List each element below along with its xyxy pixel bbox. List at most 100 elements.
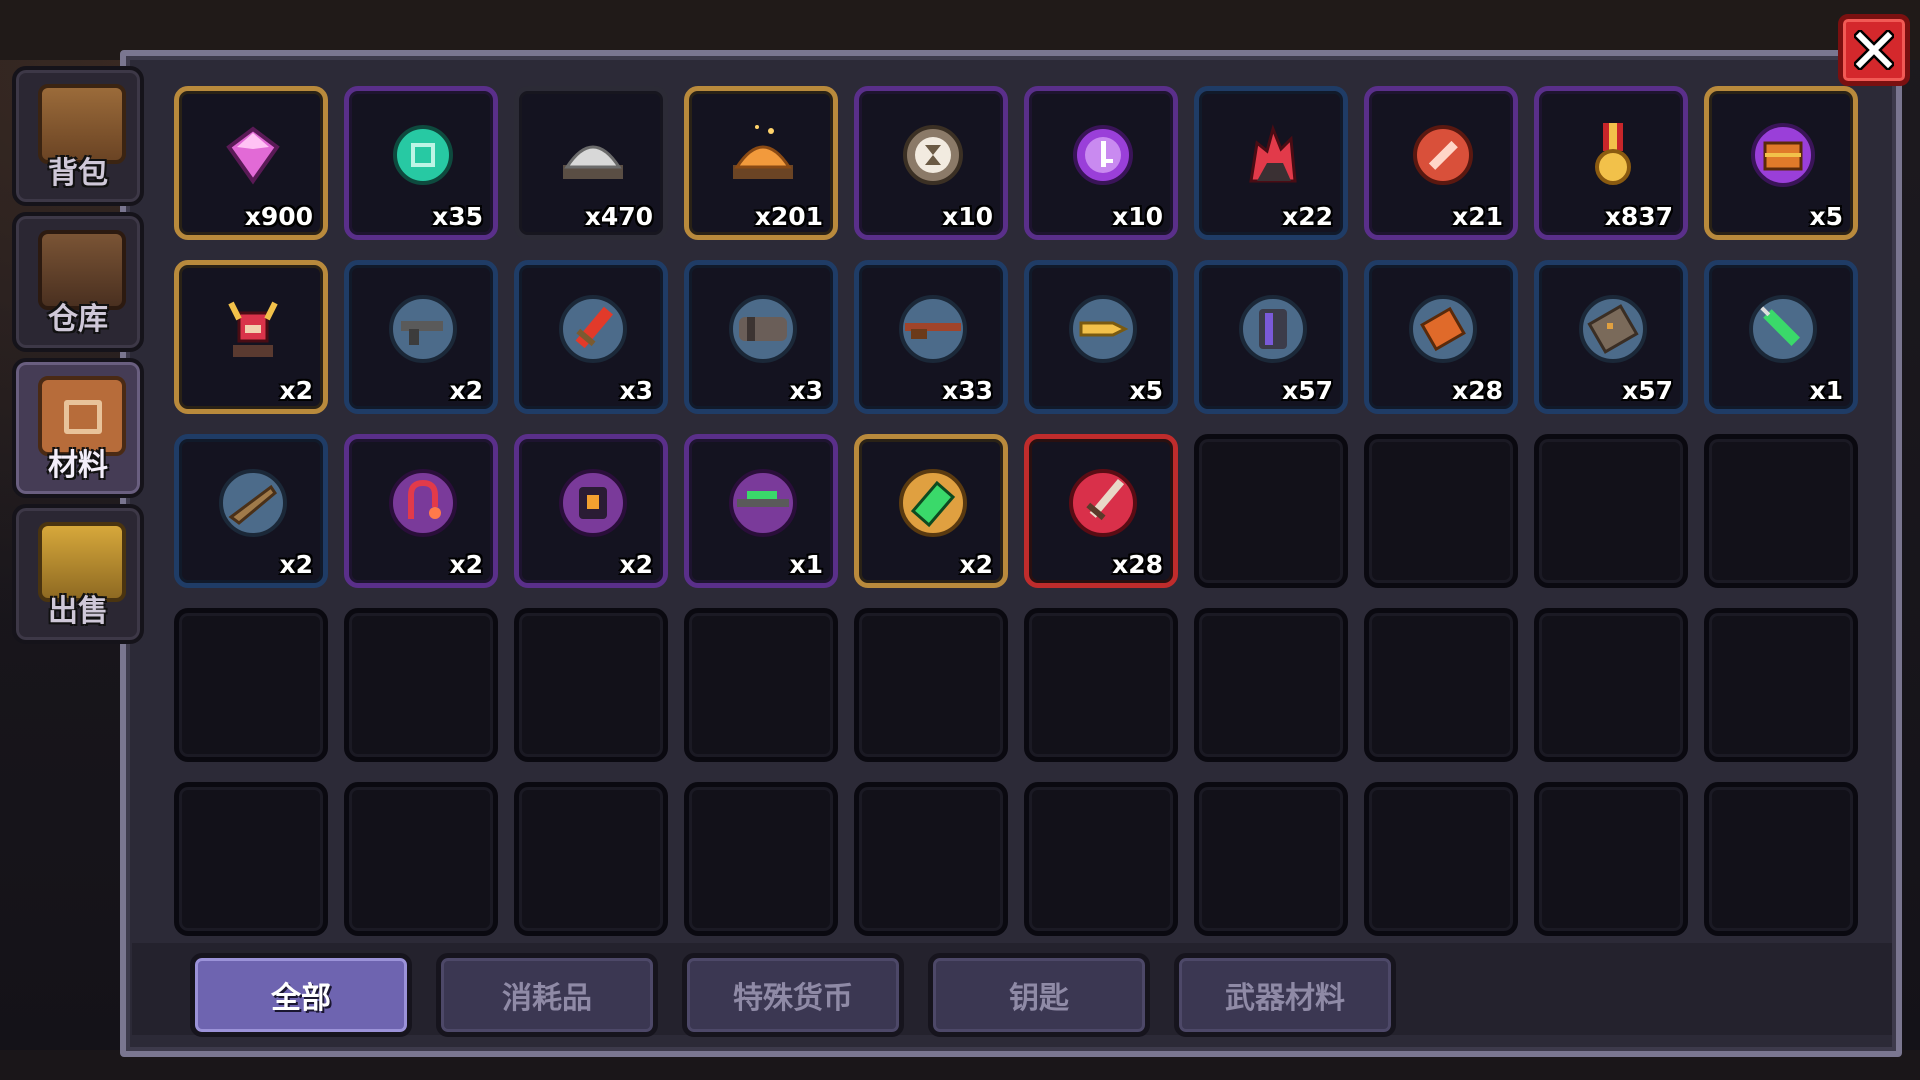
- orange-dust-pile-icon: [733, 125, 793, 179]
- empty-inventory-slot[interactable]: [1194, 434, 1348, 588]
- inventory-slot[interactable]: x28: [1364, 260, 1518, 414]
- empty-inventory-slot[interactable]: [1534, 782, 1688, 936]
- empty-inventory-slot[interactable]: [684, 782, 838, 936]
- empty-inventory-slot[interactable]: [1024, 782, 1178, 936]
- empty-inventory-slot[interactable]: [1704, 434, 1858, 588]
- item-count: x2: [279, 550, 313, 579]
- item-count: x1: [789, 550, 823, 579]
- side-tab-sell[interactable]: 出售: [12, 504, 144, 644]
- item-count: x3: [789, 376, 823, 405]
- close-x-icon: [1854, 30, 1894, 70]
- inventory-slot[interactable]: x2: [854, 434, 1008, 588]
- side-tab-label: 背包: [48, 156, 108, 191]
- treasure-chest-coin-icon: [1751, 123, 1815, 187]
- tab-weapon-materials[interactable]: 武器材料: [1174, 953, 1396, 1037]
- empty-inventory-slot[interactable]: [514, 608, 668, 762]
- empty-inventory-slot[interactable]: [1364, 434, 1518, 588]
- inventory-grid: x900 x35 x470 x201 x10 x10 x22 x21 x837 x5 x2 x2 x3 x…: [174, 86, 1858, 936]
- gun-part-icon: [389, 295, 457, 363]
- teal-token-icon: [393, 125, 453, 185]
- empty-inventory-slot[interactable]: [1364, 608, 1518, 762]
- red-dagger-icon: [1069, 469, 1137, 537]
- empty-inventory-slot[interactable]: [174, 608, 328, 762]
- inventory-slot[interactable]: x5: [1024, 260, 1178, 414]
- red-ticket-coin-icon: [1413, 125, 1473, 185]
- inventory-slot[interactable]: x10: [854, 86, 1008, 240]
- empty-inventory-slot[interactable]: [1194, 608, 1348, 762]
- empty-inventory-slot[interactable]: [1534, 608, 1688, 762]
- item-count: x2: [449, 376, 483, 405]
- item-count: x21: [1452, 202, 1503, 231]
- inventory-slot[interactable]: x10: [1024, 86, 1178, 240]
- inventory-slot[interactable]: x2: [344, 434, 498, 588]
- inventory-slot[interactable]: x21: [1364, 86, 1518, 240]
- side-tab-materials[interactable]: 材料: [12, 358, 144, 498]
- empty-inventory-slot[interactable]: [514, 782, 668, 936]
- empty-inventory-slot[interactable]: [854, 608, 1008, 762]
- red-crystal-icon: [1249, 124, 1297, 183]
- empty-inventory-slot[interactable]: [854, 782, 1008, 936]
- red-hook-icon: [389, 469, 457, 537]
- red-blade-part-icon: [559, 295, 627, 363]
- item-count: x5: [1129, 376, 1163, 405]
- green-rifle-part-icon: [729, 469, 797, 537]
- empty-inventory-slot[interactable]: [1704, 608, 1858, 762]
- empty-inventory-slot[interactable]: [684, 608, 838, 762]
- inventory-slot[interactable]: x57: [1534, 260, 1688, 414]
- item-count: x1: [1809, 376, 1843, 405]
- inventory-slot[interactable]: x1: [1704, 260, 1858, 414]
- item-count: x28: [1452, 376, 1503, 405]
- item-count: x5: [1809, 202, 1843, 231]
- side-tab-backpack[interactable]: 背包: [12, 66, 144, 206]
- empty-inventory-slot[interactable]: [344, 782, 498, 936]
- green-scroll-icon: [899, 469, 967, 537]
- inventory-slot[interactable]: x5: [1704, 86, 1858, 240]
- tab-special-currency[interactable]: 特殊货币: [682, 953, 904, 1037]
- inventory-slot[interactable]: x28: [1024, 434, 1178, 588]
- rifle-part-icon: [899, 295, 967, 363]
- item-count: x33: [942, 376, 993, 405]
- item-count: x2: [279, 376, 313, 405]
- empty-inventory-slot[interactable]: [1024, 608, 1178, 762]
- item-count: x3: [619, 376, 653, 405]
- tab-consumables[interactable]: 消耗品: [436, 953, 658, 1037]
- inventory-slot[interactable]: x837: [1534, 86, 1688, 240]
- inventory-slot[interactable]: x22: [1194, 86, 1348, 240]
- golden-bullet-icon: [1069, 295, 1137, 363]
- empty-inventory-slot[interactable]: [1534, 434, 1688, 588]
- inventory-slot[interactable]: x33: [854, 260, 1008, 414]
- inventory-slot[interactable]: x470: [514, 86, 668, 240]
- inventory-slot[interactable]: x201: [684, 86, 838, 240]
- inventory-slot[interactable]: x2: [174, 434, 328, 588]
- inventory-slot[interactable]: x1: [684, 434, 838, 588]
- empty-inventory-slot[interactable]: [344, 608, 498, 762]
- item-count: x2: [449, 550, 483, 579]
- hourglass-coin-icon: [903, 125, 963, 185]
- item-count: x900: [244, 202, 313, 231]
- inventory-slot[interactable]: x3: [514, 260, 668, 414]
- empty-inventory-slot[interactable]: [174, 782, 328, 936]
- item-count: x470: [584, 202, 653, 231]
- side-tab-warehouse[interactable]: 仓库: [12, 212, 144, 352]
- inventory-slot[interactable]: x900: [174, 86, 328, 240]
- inventory-slot[interactable]: x57: [1194, 260, 1348, 414]
- tab-all[interactable]: 全部: [190, 953, 412, 1037]
- wooden-stock-icon: [219, 469, 287, 537]
- inventory-slot[interactable]: x35: [344, 86, 498, 240]
- inventory-slot[interactable]: x2: [174, 260, 328, 414]
- orange-block-icon: [1409, 295, 1477, 363]
- inventory-slot[interactable]: x2: [514, 434, 668, 588]
- side-tab-label: 材料: [48, 448, 108, 483]
- item-count: x2: [619, 550, 653, 579]
- inventory-slot[interactable]: x3: [684, 260, 838, 414]
- empty-inventory-slot[interactable]: [1364, 782, 1518, 936]
- side-tab-label: 出售: [48, 594, 108, 629]
- empty-inventory-slot[interactable]: [1704, 782, 1858, 936]
- empty-inventory-slot[interactable]: [1194, 782, 1348, 936]
- close-button[interactable]: [1838, 14, 1910, 86]
- tab-keys[interactable]: 钥匙: [928, 953, 1150, 1037]
- item-count: x35: [432, 202, 483, 231]
- purple-key-coin-icon: [1073, 125, 1133, 185]
- green-syringe-icon: [1749, 295, 1817, 363]
- inventory-slot[interactable]: x2: [344, 260, 498, 414]
